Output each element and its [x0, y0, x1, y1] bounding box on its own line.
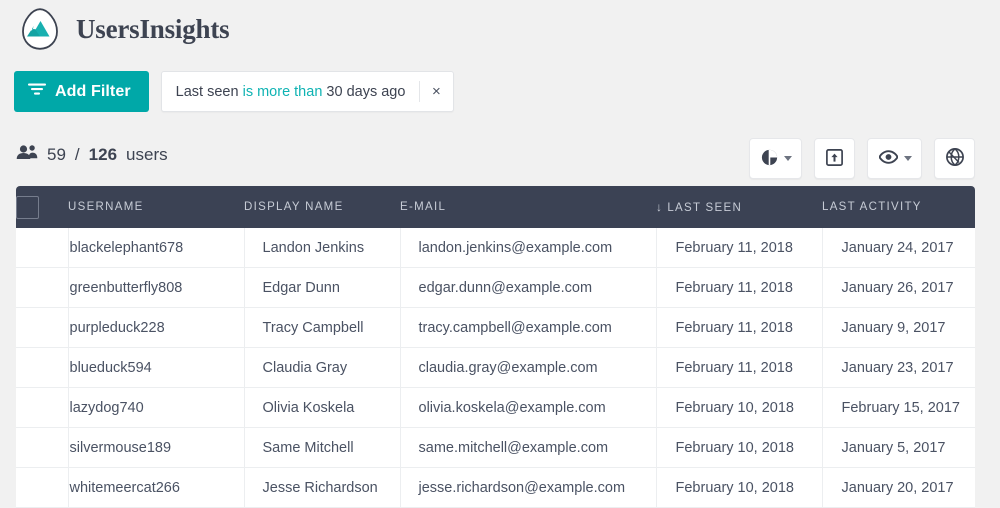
table-row[interactable]: lazydog740 Olivia Koskela olivia.koskela@e… [16, 387, 975, 428]
users-table: USERNAME DISPLAY NAME E-MAIL ↓ LAST SEEN … [16, 186, 975, 508]
cell-last-seen: February 11, 2018 [656, 347, 823, 388]
count-separator: / [74, 144, 80, 164]
cell-email: olivia.koskela@example.com [400, 387, 657, 428]
header-select-all [16, 186, 68, 228]
cell-last-seen: February 11, 2018 [656, 267, 823, 308]
chip-divider [419, 81, 421, 102]
cell-display-name: Jesse Richardson [244, 467, 401, 508]
pie-chart-icon [761, 149, 778, 169]
row-avatar-cell [16, 387, 69, 428]
cell-email: landon.jenkins@example.com [400, 228, 657, 268]
filter-chip-operator: is more than [242, 83, 323, 100]
select-all-checkbox[interactable] [16, 195, 39, 219]
table-row[interactable]: whitemeercat266 Jesse Richardson jesse.ric… [16, 467, 975, 508]
users-total-count: 126 [88, 144, 118, 164]
users-count-label: users [126, 144, 168, 164]
cell-email: tracy.campbell@example.com [400, 307, 657, 348]
visible-columns-button[interactable] [867, 138, 922, 179]
funnel-icon [28, 82, 46, 101]
globe-icon [945, 147, 964, 169]
header-email[interactable]: E-MAIL [400, 186, 656, 228]
cell-last-activity: January 23, 2017 [822, 347, 975, 388]
users-icon [16, 144, 38, 165]
cell-last-seen: February 10, 2018 [656, 427, 823, 468]
cell-display-name: Same Mitchell [244, 427, 401, 468]
header-username[interactable]: USERNAME [68, 186, 244, 228]
cell-last-activity: January 5, 2017 [822, 427, 975, 468]
header-last-seen-label: LAST SEEN [667, 202, 743, 214]
export-box-icon [826, 148, 843, 169]
brand-name: UsersInsights [76, 13, 230, 44]
cell-display-name: Tracy Campbell [244, 307, 401, 348]
cell-last-activity: January 24, 2017 [822, 228, 975, 268]
cell-username[interactable]: greenbutterfly808 [68, 267, 245, 308]
cell-email: same.mitchell@example.com [400, 427, 657, 468]
users-table-body: blackelephant678 Landon Jenkins landon.jen… [16, 228, 975, 508]
cell-username[interactable]: lazydog740 [68, 387, 245, 428]
table-header-row: USERNAME DISPLAY NAME E-MAIL ↓ LAST SEEN … [16, 186, 975, 228]
cell-last-seen: February 10, 2018 [656, 387, 823, 428]
filter-chip-value: 30 days ago [326, 83, 406, 100]
row-avatar-cell [16, 267, 69, 308]
charts-button[interactable] [749, 138, 802, 179]
cell-username[interactable]: blackelephant678 [68, 228, 245, 268]
users-table-head: USERNAME DISPLAY NAME E-MAIL ↓ LAST SEEN … [16, 186, 975, 228]
cell-display-name: Olivia Koskela [244, 387, 401, 428]
header-last-seen[interactable]: ↓ LAST SEEN [656, 186, 822, 228]
cell-last-activity: January 20, 2017 [822, 467, 975, 508]
row-avatar-cell [16, 228, 69, 268]
cell-last-activity: January 9, 2017 [822, 307, 975, 348]
mountain-logo-icon [16, 5, 64, 53]
cell-username[interactable]: silvermouse189 [68, 427, 245, 468]
cell-last-seen: February 11, 2018 [656, 228, 823, 268]
cell-display-name: Edgar Dunn [244, 267, 401, 308]
sort-descending-icon: ↓ [656, 200, 664, 214]
cell-last-seen: February 10, 2018 [656, 467, 823, 508]
cell-username[interactable]: blueduck594 [68, 347, 245, 388]
table-toolbar [749, 138, 975, 179]
close-icon[interactable]: × [421, 73, 451, 110]
active-filter-chip[interactable]: Last seen is more than 30 days ago × [160, 71, 455, 112]
table-row[interactable]: blackelephant678 Landon Jenkins landon.jen… [16, 228, 975, 268]
add-filter-button[interactable]: Add Filter [14, 71, 149, 112]
map-button[interactable] [934, 138, 975, 179]
chevron-down-icon [904, 156, 912, 161]
table-row[interactable]: greenbutterfly808 Edgar Dunn edgar.dunn@ex… [16, 267, 975, 308]
cell-last-activity: February 15, 2017 [822, 387, 975, 428]
row-avatar-cell [16, 427, 69, 468]
users-table-container: USERNAME DISPLAY NAME E-MAIL ↓ LAST SEEN … [16, 186, 975, 508]
cell-username[interactable]: whitemeercat266 [68, 467, 245, 508]
cell-email: edgar.dunn@example.com [400, 267, 657, 308]
cell-last-activity: January 26, 2017 [822, 267, 975, 308]
cell-display-name: Claudia Gray [244, 347, 401, 388]
cell-last-seen: February 11, 2018 [656, 307, 823, 348]
header-display-name[interactable]: DISPLAY NAME [244, 186, 400, 228]
user-count: 59 / 126 users [16, 144, 168, 165]
export-button[interactable] [814, 138, 855, 179]
table-row[interactable]: silvermouse189 Same Mitchell same.mitchell… [16, 427, 975, 468]
users-shown-count: 59 [47, 144, 66, 164]
filter-bar: Add Filter Last seen is more than 30 day… [14, 71, 455, 112]
cell-email: claudia.gray@example.com [400, 347, 657, 388]
cell-display-name: Landon Jenkins [244, 228, 401, 268]
row-avatar-cell [16, 307, 69, 348]
eye-icon [878, 150, 899, 167]
table-row[interactable]: blueduck594 Claudia Gray claudia.gray@exam… [16, 347, 975, 388]
chevron-down-icon [784, 156, 792, 161]
add-filter-label: Add Filter [55, 82, 131, 100]
brand-header: UsersInsights [16, 5, 230, 53]
filter-chip-field: Last seen [175, 83, 239, 100]
header-last-activity[interactable]: LAST ACTIVITY [822, 186, 975, 228]
row-avatar-cell [16, 347, 69, 388]
cell-email: jesse.richardson@example.com [400, 467, 657, 508]
app-page: UsersInsights Add Filter Last seen is mo… [0, 0, 1000, 508]
cell-username[interactable]: purpleduck228 [68, 307, 245, 348]
row-avatar-cell [16, 467, 69, 508]
table-row[interactable]: purpleduck228 Tracy Campbell tracy.campbel… [16, 307, 975, 348]
